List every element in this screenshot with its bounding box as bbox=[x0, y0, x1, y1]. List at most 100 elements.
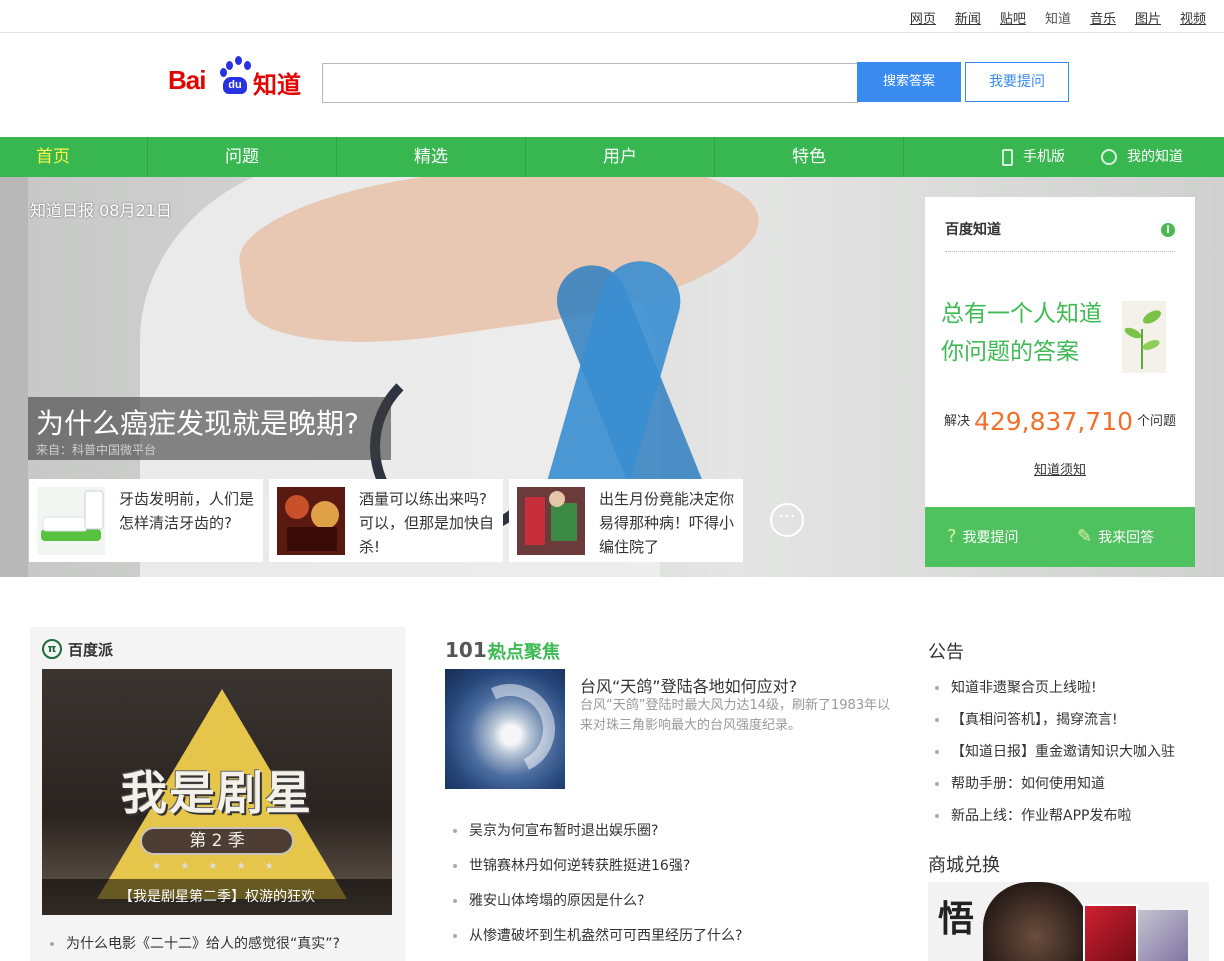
notice-item[interactable]: 帮助手册：如何使用知道 bbox=[935, 773, 1105, 793]
user-icon bbox=[1101, 149, 1117, 165]
top-link-news[interactable]: 新闻 bbox=[955, 8, 981, 27]
slogan: 总有一个人知道 你问题的答案 bbox=[941, 295, 1102, 371]
paw-toe-icon bbox=[226, 61, 233, 70]
info-icon[interactable]: i bbox=[1161, 223, 1175, 237]
paw-toe-icon bbox=[220, 68, 227, 77]
hot-lead-title[interactable]: 台风“天鸽”登陆各地如何应对? bbox=[580, 673, 797, 697]
top-link-music[interactable]: 音乐 bbox=[1090, 8, 1116, 27]
banner-headline[interactable]: 为什么癌症发现就是晚期? bbox=[36, 402, 359, 442]
panel-ask-button[interactable]: ? 我要提问 bbox=[947, 507, 1019, 567]
sprout-icon bbox=[1122, 301, 1166, 373]
solved-prefix: 解决 bbox=[943, 414, 970, 429]
banner-card-text: 牙齿发明前，人们是怎样清洁牙齿的? bbox=[119, 490, 255, 532]
toothpaste-thumbnail bbox=[37, 487, 105, 555]
notice-text: 帮助手册：如何使用知道 bbox=[951, 776, 1105, 792]
bullet bbox=[453, 934, 457, 938]
bullet bbox=[935, 718, 939, 722]
pai-list-text: 为什么电影《二十二》给人的感觉很“真实”? bbox=[66, 936, 340, 952]
zhidao-info-panel: 百度知道 i 总有一个人知道 你问题的答案 解决 429,837,710 个问题 知… bbox=[925, 197, 1195, 507]
paw-toe-icon bbox=[244, 61, 251, 70]
nav-my-zhidao-label: 我的知道 bbox=[1127, 149, 1183, 165]
banner-card[interactable]: 酒量可以练出来吗?可以，但那是加快自杀! bbox=[269, 479, 503, 562]
logo-bai-text: Bai bbox=[168, 65, 206, 95]
baidu-zhidao-logo[interactable]: Bai du 知道 bbox=[168, 53, 304, 99]
nav-questions[interactable]: 问题 bbox=[148, 137, 337, 177]
banner-edge bbox=[0, 177, 28, 577]
book-cover-graphic bbox=[1083, 904, 1138, 961]
pencil-icon: ✎ bbox=[1077, 526, 1093, 547]
must-know-link[interactable]: 知道须知 bbox=[925, 459, 1195, 478]
hot-lead-desc: 台风“天鸽”登陆时最大风力达14级，刷新了1983年以来对珠三角影响最大的台风强… bbox=[580, 698, 891, 733]
top-link-zhidao: 知道 bbox=[1044, 12, 1071, 27]
nav-featured[interactable]: 精选 bbox=[337, 137, 526, 177]
wine-thumbnail bbox=[277, 487, 345, 555]
search-input[interactable] bbox=[322, 63, 858, 103]
top-link-images[interactable]: 图片 bbox=[1135, 8, 1161, 27]
hot-list-item[interactable]: 从惨遭破坏到生机盎然可可西里经历了什么? bbox=[453, 925, 742, 945]
top-link-web[interactable]: 网页 bbox=[910, 8, 936, 27]
hot-list-item[interactable]: 吴京为何宣布暂时退出娱乐圈? bbox=[453, 820, 658, 840]
question-mark-icon: ? bbox=[947, 526, 957, 547]
nav-home[interactable]: 首页 bbox=[0, 137, 148, 177]
bullet bbox=[935, 782, 939, 786]
calligraphy-graphic: 悟 bbox=[938, 898, 975, 940]
bullet bbox=[453, 899, 457, 903]
pai-logo-icon: π bbox=[42, 639, 62, 659]
notice-item[interactable]: 【真相问答机】，揭穿流言! bbox=[935, 709, 1118, 729]
slogan-line-2: 你问题的答案 bbox=[941, 339, 1079, 365]
logo-du-text: du bbox=[223, 77, 247, 94]
pai-list-item[interactable]: 为什么电影《二十二》给人的感觉很“真实”? bbox=[50, 933, 340, 953]
notice-item[interactable]: 知道非遗聚合页上线啦! bbox=[935, 677, 1097, 697]
market-thumbnail bbox=[517, 487, 585, 555]
banner-source: 来自：科普中国微平台 bbox=[36, 443, 157, 457]
portrait-graphic bbox=[983, 882, 1088, 961]
book-cover-graphic bbox=[1138, 910, 1188, 961]
notice-text: 【真相问答机】，揭穿流言! bbox=[951, 712, 1118, 728]
nav-mobile[interactable]: 手机版 bbox=[1002, 137, 1065, 177]
baidu-pai-section: π 百度派 我是剧星 第 2 季 ★ ★ ★ ★ ★ 【我是剧星第二季】权游的狂… bbox=[30, 627, 405, 961]
hot-list-text: 吴京为何宣布暂时退出娱乐圈? bbox=[469, 823, 659, 839]
hot-list-item[interactable]: 雅安山体垮塌的原因是什么? bbox=[453, 890, 644, 910]
pai-poster[interactable]: 我是剧星 第 2 季 ★ ★ ★ ★ ★ 【我是剧星第二季】权游的狂欢 bbox=[42, 669, 392, 915]
banner-card-text: 酒量可以练出来吗?可以，但那是加快自杀! bbox=[359, 490, 495, 556]
banner-card[interactable]: 牙齿发明前，人们是怎样清洁牙齿的? bbox=[29, 479, 263, 562]
nav-my-zhidao[interactable]: 我的知道 bbox=[1101, 137, 1183, 177]
banner-card-text: 出生月份竟能决定你易得那种病！吓得小编住院了 bbox=[599, 490, 735, 556]
poster-title: 我是剧星 bbox=[121, 766, 313, 820]
ask-question-button[interactable]: 我要提问 bbox=[965, 62, 1069, 102]
notice-item[interactable]: 新品上线：作业帮APP发布啦 bbox=[935, 805, 1131, 825]
headline-box[interactable]: 为什么癌症发现就是晚期? 来自：科普中国微平台 bbox=[28, 397, 391, 460]
hot-logo-number: 101 bbox=[445, 638, 487, 662]
hot-list-text: 从惨遭破坏到生机盎然可可西里经历了什么? bbox=[469, 928, 743, 944]
panel-answer-button[interactable]: ✎ 我来回答 bbox=[1077, 507, 1154, 567]
typhoon-swirl bbox=[452, 671, 565, 787]
hot-list-item[interactable]: 世锦赛林丹如何逆转获胜挺进16强? bbox=[453, 855, 690, 875]
notice-item[interactable]: 【知道日报】重金邀请知识大咖入驻 bbox=[935, 741, 1175, 761]
hot-list-text: 世锦赛林丹如何逆转获胜挺进16强? bbox=[469, 858, 691, 874]
search-answer-button[interactable]: 搜索答案 bbox=[857, 62, 961, 102]
panel-actions: ? 我要提问 ✎ 我来回答 bbox=[925, 507, 1195, 567]
solved-count-line: 解决 429,837,710 个问题 bbox=[925, 407, 1195, 436]
bullet bbox=[935, 686, 939, 690]
shop-banner-image[interactable]: 悟 bbox=[928, 882, 1209, 961]
slogan-line-1: 总有一个人知道 bbox=[941, 301, 1102, 327]
nav-users[interactable]: 用户 bbox=[526, 137, 715, 177]
logo-zhidao-text: 知道 bbox=[253, 71, 301, 99]
top-link-video[interactable]: 视频 bbox=[1180, 8, 1206, 27]
more-icon[interactable]: ··· bbox=[770, 503, 804, 537]
daily-date: 知道日报 08月21日 bbox=[30, 201, 172, 220]
notice-title: 公告 bbox=[928, 642, 964, 663]
top-link-tieba[interactable]: 贴吧 bbox=[1000, 8, 1026, 27]
paw-toe-icon bbox=[235, 56, 242, 65]
phone-icon bbox=[1002, 148, 1013, 166]
typhoon-photo[interactable] bbox=[445, 669, 565, 789]
panel-ask-label: 我要提问 bbox=[962, 530, 1019, 546]
pai-title[interactable]: 百度派 bbox=[68, 639, 113, 660]
nav-special[interactable]: 特色 bbox=[715, 137, 904, 177]
solved-count: 429,837,710 bbox=[973, 407, 1134, 436]
poster-caption[interactable]: 【我是剧星第二季】权游的狂欢 bbox=[42, 879, 392, 915]
banner-card[interactable]: 出生月份竟能决定你易得那种病！吓得小编住院了 bbox=[509, 479, 743, 562]
bullet bbox=[453, 864, 457, 868]
panel-answer-label: 我来回答 bbox=[1098, 530, 1155, 546]
bullet bbox=[453, 829, 457, 833]
